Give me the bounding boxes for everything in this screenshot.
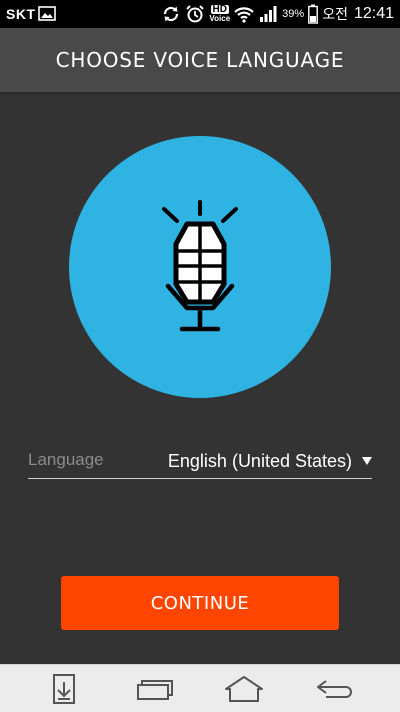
continue-button[interactable]: CONTINUE — [61, 576, 339, 630]
battery-percent: 39% — [282, 8, 305, 20]
continue-button-label: CONTINUE — [150, 592, 250, 614]
app-header: CHOOSE VOICE LANGUAGE — [0, 28, 400, 92]
microphone-circle — [69, 136, 331, 398]
hd-label: HD — [210, 4, 229, 15]
ampm-label: 오전 — [322, 6, 348, 22]
microphone-icon — [162, 200, 238, 332]
back-button[interactable] — [314, 673, 354, 705]
language-dropdown[interactable]: English (United States) — [168, 446, 372, 476]
hd-voice-icon: HD Voice — [209, 4, 231, 24]
image-notification-icon — [38, 6, 56, 21]
status-bar: SKT HD Voice 39% 오전 12:41 — [0, 0, 400, 28]
page-title: CHOOSE VOICE LANGUAGE — [55, 48, 345, 72]
alarm-icon — [186, 5, 205, 23]
wifi-icon — [234, 7, 254, 23]
download-button[interactable] — [44, 673, 84, 705]
clock: 12:41 — [353, 5, 394, 22]
recent-apps-icon — [137, 680, 173, 700]
back-icon — [317, 680, 352, 698]
language-row: Language English (United States) — [28, 446, 372, 479]
home-button[interactable] — [224, 673, 264, 705]
sync-icon — [164, 6, 179, 22]
voice-label: Voice — [209, 14, 231, 23]
carrier-label: SKT — [6, 6, 36, 22]
language-selected-value: English (United States) — [167, 450, 352, 471]
status-icons: HD Voice 39% 오전 12:41 — [161, 0, 394, 28]
recent-apps-button[interactable] — [135, 673, 175, 705]
navigation-bar — [0, 664, 400, 712]
dropdown-arrow-icon — [362, 457, 372, 465]
download-icon — [53, 674, 75, 704]
home-icon — [225, 676, 263, 702]
battery-icon — [308, 4, 319, 24]
language-label: Language — [28, 450, 104, 469]
signal-icon — [260, 6, 277, 22]
